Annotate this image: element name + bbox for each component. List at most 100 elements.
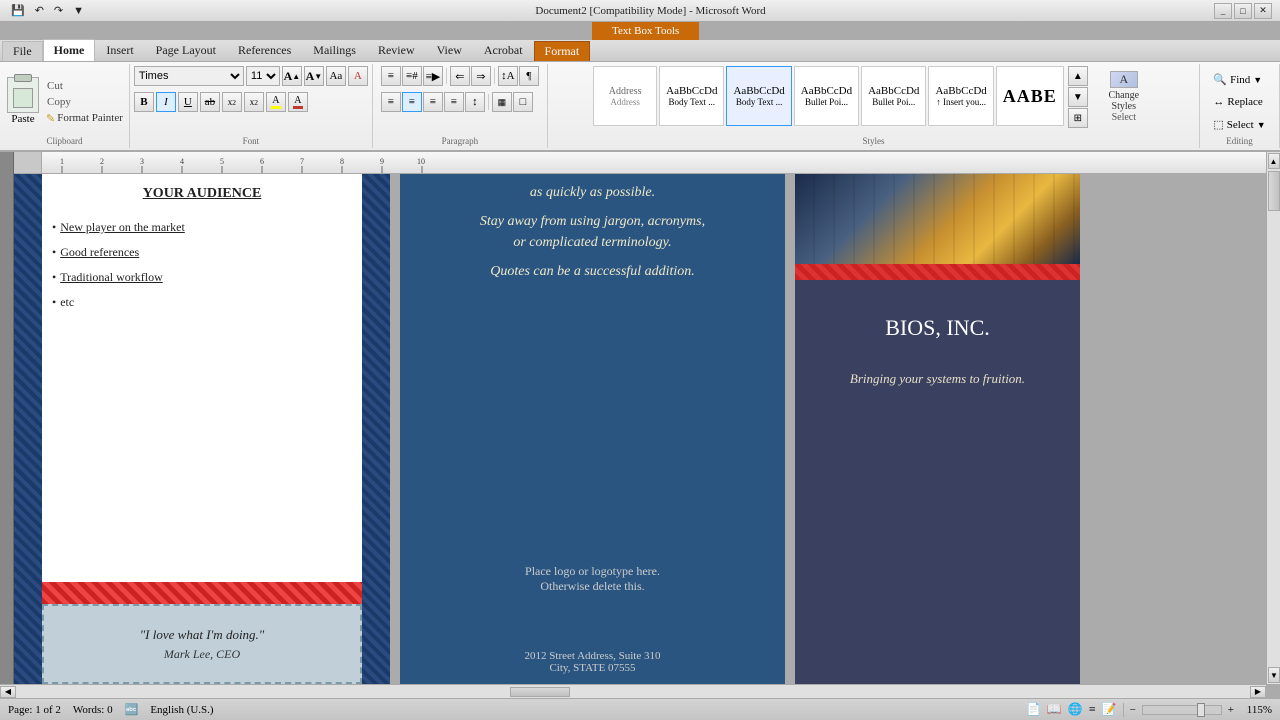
paste-button[interactable]: Paste xyxy=(4,74,42,128)
view-print[interactable]: 📄 xyxy=(1026,702,1041,717)
styles-more[interactable]: ⊞ xyxy=(1068,108,1088,128)
redo-button[interactable]: ↷ xyxy=(51,4,66,17)
style-address[interactable]: Address Address xyxy=(593,66,657,126)
panel2-logo-area: Place logo or logotype here. Otherwise d… xyxy=(420,564,765,594)
window-title: Document2 [Compatibility Mode] - Microso… xyxy=(87,5,1214,17)
tab-page-layout[interactable]: Page Layout xyxy=(145,39,227,61)
copy-button[interactable]: Copy xyxy=(44,95,125,109)
title-bar: 💾 ↶ ↷ ▼ Document2 [Compatibility Mode] -… xyxy=(0,0,1280,22)
zoom-out-button[interactable]: − xyxy=(1130,704,1136,716)
borders-button[interactable]: □ xyxy=(513,92,533,112)
tab-acrobat[interactable]: Acrobat xyxy=(473,39,534,61)
panel1-bullets: •New player on the market •Good referenc… xyxy=(42,216,362,324)
strikethrough-button[interactable]: ab xyxy=(200,92,220,112)
zoom-slider[interactable] xyxy=(1142,705,1222,715)
save-button[interactable]: 💾 xyxy=(8,4,28,17)
panel2-addr2: City, STATE 07555 xyxy=(420,662,765,674)
replace-button[interactable]: ↔ Replace xyxy=(1208,93,1270,111)
multilevel-button[interactable]: ≡▶ xyxy=(423,66,443,86)
document-area: 1 2 3 4 5 6 7 8 9 10 xyxy=(0,152,1280,698)
style-bulletpoi1[interactable]: AaBbCcDd Bullet Poi... xyxy=(794,66,859,126)
panel3-company: BIOS, INC. xyxy=(795,280,1080,351)
panel1-quote-box[interactable]: "I love what I'm doing." Mark Lee, CEO xyxy=(42,604,362,684)
style-insertyou[interactable]: AaBbCcDd ↑ Insert you... xyxy=(928,66,993,126)
align-left-button[interactable]: ≡ xyxy=(381,92,401,112)
tab-review[interactable]: Review xyxy=(367,39,426,61)
text-highlight-button[interactable]: A xyxy=(266,92,286,112)
tab-references[interactable]: References xyxy=(227,39,302,61)
subscript-button[interactable]: x2 xyxy=(222,92,242,112)
panel2-text3: or complicated terminology. xyxy=(422,232,763,253)
panel2-text2: Stay away from using jargon, acronyms, xyxy=(422,211,763,232)
change-case-button[interactable]: Aa xyxy=(326,66,346,86)
view-full-reading[interactable]: 📖 xyxy=(1047,702,1062,717)
tab-format[interactable]: Format xyxy=(534,41,591,61)
grow-font-button[interactable]: A▲ xyxy=(282,66,302,86)
paragraph-label: Paragraph xyxy=(373,136,547,146)
quick-access-dropdown[interactable]: ▼ xyxy=(70,5,87,17)
indent-less-button[interactable]: ⇐ xyxy=(450,66,470,86)
svg-text:3: 3 xyxy=(140,157,144,166)
align-center-button[interactable]: ≡ xyxy=(402,92,422,112)
italic-button[interactable]: I xyxy=(156,92,176,112)
undo-button[interactable]: ↶ xyxy=(32,4,47,17)
underline-button[interactable]: U xyxy=(178,92,198,112)
superscript-button[interactable]: x2 xyxy=(244,92,264,112)
horizontal-scrollbar[interactable]: ◀ ▶ xyxy=(0,684,1266,698)
restore-button[interactable]: □ xyxy=(1234,3,1252,19)
styles-scroll-up[interactable]: ▲ xyxy=(1068,66,1088,86)
spell-check-icon[interactable]: 🔤 xyxy=(125,703,139,716)
clipboard-label: Clipboard xyxy=(0,136,129,146)
zoom-in-button[interactable]: + xyxy=(1228,704,1234,716)
quick-access-toolbar[interactable]: 💾 ↶ ↷ ▼ xyxy=(8,4,87,17)
tab-home[interactable]: Home xyxy=(43,39,96,61)
change-styles-button[interactable]: A Change Styles Select xyxy=(1094,66,1154,128)
tab-view[interactable]: View xyxy=(426,39,473,61)
numbering-button[interactable]: ≡# xyxy=(402,66,422,86)
close-button[interactable]: ✕ xyxy=(1254,3,1272,19)
view-outline[interactable]: ≡ xyxy=(1089,702,1096,717)
zoom-level[interactable]: 115% xyxy=(1240,704,1272,716)
justify-button[interactable]: ≡ xyxy=(444,92,464,112)
word-count: Words: 0 xyxy=(73,704,113,716)
clear-format-button[interactable]: A xyxy=(348,66,368,86)
svg-text:6: 6 xyxy=(260,157,264,166)
shrink-font-button[interactable]: A▼ xyxy=(304,66,324,86)
line-spacing-button[interactable]: ↕ xyxy=(465,92,485,112)
find-button[interactable]: 🔍 Find ▼ xyxy=(1208,70,1270,89)
view-draft[interactable]: 📝 xyxy=(1102,702,1117,717)
format-painter-button[interactable]: ✎ Format Painter xyxy=(44,111,125,126)
bold-button[interactable]: B xyxy=(134,92,154,112)
select-button[interactable]: ⬚ Select ▼ xyxy=(1208,115,1270,134)
font-size-select[interactable]: 11 xyxy=(246,66,280,86)
vertical-scrollbar[interactable]: ▲ ▼ xyxy=(1266,152,1280,684)
cut-button[interactable]: Cut xyxy=(44,79,125,93)
pages-container: YOUR AUDIENCE •New player on the market … xyxy=(14,174,1266,684)
language[interactable]: English (U.S.) xyxy=(150,704,213,716)
panel2-logo-line1: Place logo or logotype here. xyxy=(420,564,765,579)
sort-button[interactable]: ↕A xyxy=(498,66,518,86)
font-name-select[interactable]: Times xyxy=(134,66,244,86)
style-bulletpoi2[interactable]: AaBbCcDd Bullet Poi... xyxy=(861,66,926,126)
indent-more-button[interactable]: ⇒ xyxy=(471,66,491,86)
view-web[interactable]: 🌐 xyxy=(1068,702,1083,717)
bullet-3: •Traditional workflow xyxy=(52,270,352,285)
show-marks-button[interactable]: ¶ xyxy=(519,66,539,86)
tab-insert[interactable]: Insert xyxy=(95,39,144,61)
panel2-text1: as quickly as possible. xyxy=(422,182,763,203)
style-aabe[interactable]: AABE xyxy=(996,66,1064,126)
font-color-button[interactable]: A xyxy=(288,92,308,112)
align-right-button[interactable]: ≡ xyxy=(423,92,443,112)
tab-mailings[interactable]: Mailings xyxy=(302,39,367,61)
style-bodytext2[interactable]: AaBbCcDd Body Text ... xyxy=(726,66,791,126)
textboxtab-indicator: Text Box Tools xyxy=(592,22,699,40)
shading-button[interactable]: ▦ xyxy=(492,92,512,112)
styles-scroll-down[interactable]: ▼ xyxy=(1068,87,1088,107)
style-bodytext1[interactable]: AaBbCcDd Body Text ... xyxy=(659,66,724,126)
styles-group: Address Address AaBbCcDd Body Text ... A… xyxy=(548,64,1200,148)
window-controls[interactable]: _ □ ✕ xyxy=(1214,3,1272,19)
quote-text: "I love what I'm doing." xyxy=(140,627,265,643)
tab-file[interactable]: File xyxy=(2,41,43,61)
minimize-button[interactable]: _ xyxy=(1214,3,1232,19)
bullets-button[interactable]: ≡ xyxy=(381,66,401,86)
